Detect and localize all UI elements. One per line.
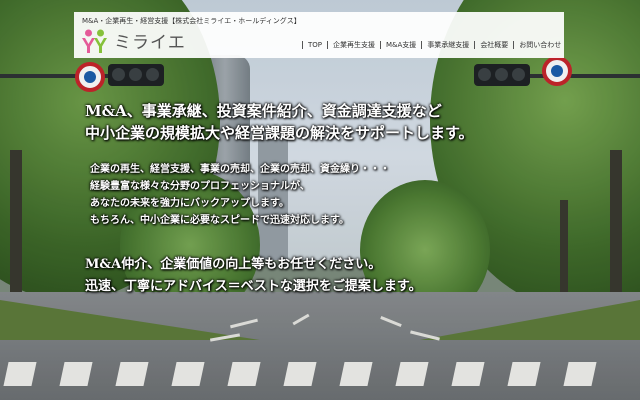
nav-item-contact[interactable]: お問い合わせ (513, 41, 566, 49)
hero-headline: M&A、事業承継、投資案件紹介、資金調達支援など (85, 102, 442, 120)
hero-closing-text: 迅速、丁寧にアドバイス＝ベストな選択をご提案します。 (85, 279, 422, 294)
nav-item-corporate-revitalization[interactable]: 企業再生支援 (327, 41, 380, 49)
nav-item-company-profile[interactable]: 会社概要 (474, 41, 513, 49)
hero-body-text: 経験豊富な様々な分野のプロフェッショナルが、 (90, 181, 310, 192)
nav-item-ma-support[interactable]: M&A支援 (380, 41, 421, 49)
hero-body-text: もちろん、中小企業に必要なスピードで迅速対応します。 (90, 215, 349, 226)
hero-headline: 中小企業の規模拡大や経営課題の解決をサポートします。 (85, 124, 474, 142)
hero-body-text: あなたの未来を強力にバックアップします。 (90, 198, 289, 209)
nav-item-top[interactable]: TOP (302, 41, 327, 49)
site-logo[interactable]: ミライエ (82, 28, 186, 53)
nav-item-business-succession[interactable]: 事業承継支援 (421, 41, 474, 49)
header-tagline: M&A・企業再生・経営支援【株式会社ミライエ・ホールディングス】 (82, 17, 301, 25)
hero-closing-text: M&A仲介、企業価値の向上等もお任せください。 (85, 257, 382, 272)
main-nav: TOP 企業再生支援 M&A支援 事業承継支援 会社概要 お問い合わせ (302, 41, 566, 49)
hero-body-text: 企業の再生、経営支援、事業の売却、企業の売却、資金繰り・・・ (90, 164, 390, 175)
site-header: M&A・企業再生・経営支援【株式会社ミライエ・ホールディングス】 ミライエ TO… (74, 12, 564, 58)
logo-text: ミライエ (114, 33, 186, 53)
logo-people-icon (82, 29, 110, 53)
